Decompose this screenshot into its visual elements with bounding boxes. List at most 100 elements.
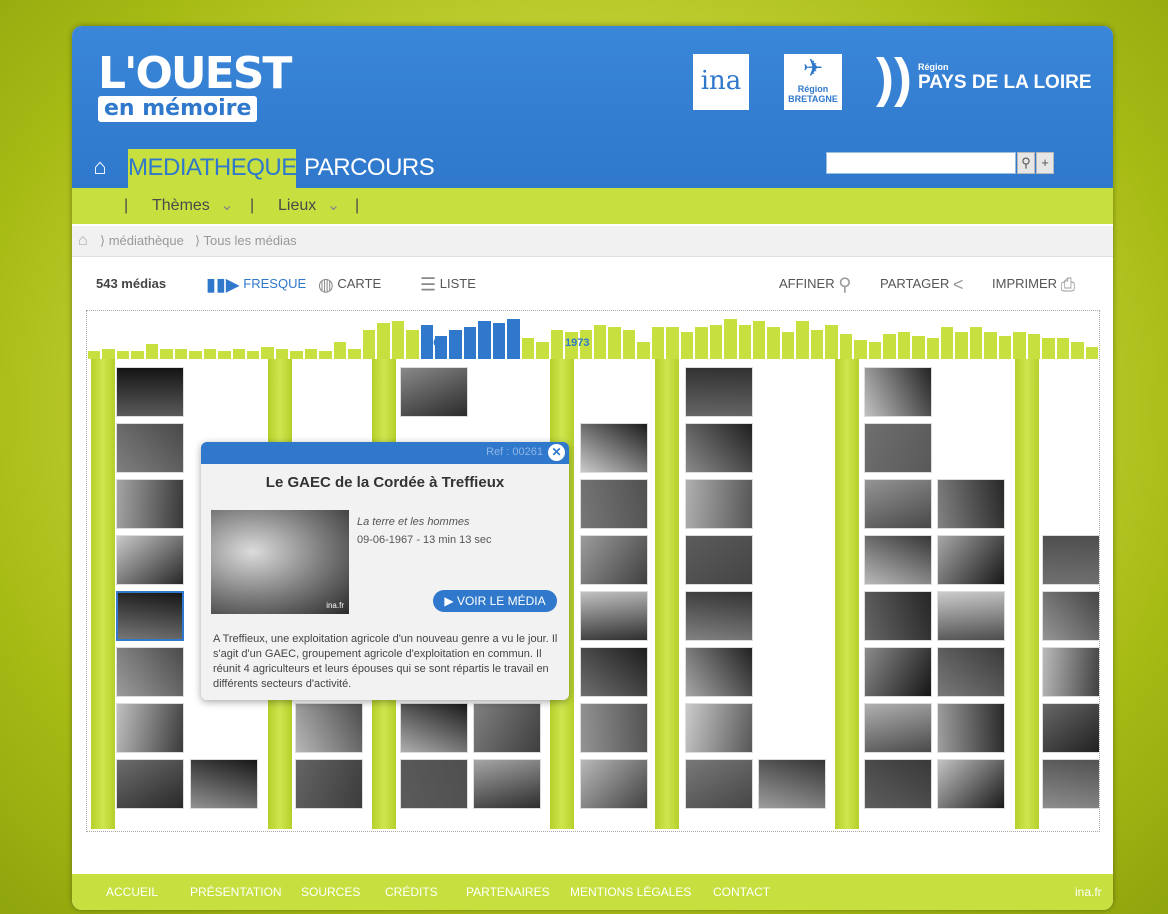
histogram-bar[interactable]: [839, 334, 853, 359]
histogram-bar[interactable]: [145, 344, 159, 359]
histogram-bar[interactable]: [940, 327, 954, 359]
media-thumbnail[interactable]: [116, 479, 184, 529]
histogram-bar[interactable]: [868, 342, 882, 359]
footer-link-partenaires[interactable]: PARTENAIRES: [466, 874, 550, 910]
media-thumbnail[interactable]: [580, 591, 648, 641]
media-thumbnail[interactable]: [864, 367, 932, 417]
histogram-bar[interactable]: [637, 342, 650, 359]
histogram-bar[interactable]: [275, 349, 289, 359]
media-thumbnail[interactable]: [937, 535, 1005, 585]
media-thumbnail[interactable]: [685, 367, 753, 417]
histogram-bar[interactable]: [232, 349, 246, 359]
histogram-bar[interactable]: [912, 336, 925, 359]
media-thumbnail[interactable]: [1042, 703, 1099, 753]
site-logo[interactable]: L'OUEST en mémoire: [98, 52, 292, 126]
footer-link-sources[interactable]: SOURCES: [301, 874, 360, 910]
media-thumbnail[interactable]: [864, 423, 932, 473]
histogram-bar[interactable]: [131, 351, 144, 359]
histogram-bar[interactable]: [594, 325, 607, 359]
subnav-item-lieux[interactable]: Lieux ⌄: [278, 188, 340, 224]
histogram-bar[interactable]: [724, 319, 737, 359]
histogram-bar[interactable]: [622, 330, 636, 359]
ina-logo[interactable]: ina: [693, 54, 749, 110]
media-thumbnail[interactable]: [116, 647, 184, 697]
footer-link-mentions-legales[interactable]: MENTIONS LÉGALES: [570, 874, 691, 910]
histogram-bar[interactable]: [810, 330, 824, 359]
histogram-bar[interactable]: [218, 351, 231, 359]
media-thumbnail[interactable]: ina.fr: [211, 510, 349, 614]
footer-link-credits[interactable]: CRÉDITS: [385, 874, 438, 910]
imprimer-button[interactable]: IMPRIMER ⎙: [992, 266, 1075, 303]
histogram-bar[interactable]: [492, 323, 506, 359]
histogram-bar[interactable]: [738, 325, 752, 359]
view-fresque-button[interactable]: ▮▮▶ FRESQUE: [206, 266, 306, 303]
media-thumbnail[interactable]: [580, 703, 648, 753]
histogram-bar[interactable]: [406, 330, 419, 359]
media-thumbnail[interactable]: [685, 759, 753, 809]
footer-link-accueil[interactable]: ACCUEIL: [106, 874, 158, 910]
media-thumbnail[interactable]: [400, 367, 468, 417]
histogram-bar[interactable]: [666, 327, 679, 359]
histogram-bar[interactable]: [1042, 338, 1055, 359]
media-thumbnail[interactable]: [864, 703, 932, 753]
histogram-bar[interactable]: [348, 349, 361, 359]
histogram-bar[interactable]: [695, 327, 708, 359]
media-thumbnail[interactable]: [400, 759, 468, 809]
plus-icon[interactable]: +: [1036, 152, 1054, 174]
media-thumbnail[interactable]: [473, 759, 541, 809]
media-thumbnail[interactable]: [116, 759, 184, 809]
histogram-bar[interactable]: [449, 330, 462, 359]
voir-le-media-button[interactable]: ▶ VOIR LE MÉDIA: [433, 590, 557, 612]
histogram-bar[interactable]: [1085, 347, 1098, 359]
histogram-bar[interactable]: [333, 342, 347, 359]
histogram-bar[interactable]: [478, 321, 491, 359]
media-thumbnail[interactable]: [864, 759, 932, 809]
histogram-bar[interactable]: [767, 327, 780, 359]
histogram-bar[interactable]: [984, 332, 997, 359]
histogram-bar[interactable]: [160, 349, 173, 359]
histogram-bar[interactable]: [536, 342, 549, 359]
histogram-bar[interactable]: [753, 321, 766, 359]
histogram-bar[interactable]: [969, 327, 983, 359]
breadcrumb-item-mediatheque[interactable]: ⟩ médiathèque: [100, 226, 184, 256]
histogram-bar[interactable]: [781, 332, 795, 359]
media-thumbnail[interactable]: [1042, 591, 1099, 641]
histogram-bar[interactable]: [926, 338, 939, 359]
media-thumbnail[interactable]: [937, 479, 1005, 529]
media-thumbnail[interactable]: [190, 759, 258, 809]
histogram-bar[interactable]: [261, 347, 274, 359]
media-thumbnail[interactable]: [580, 647, 648, 697]
histogram-bar[interactable]: [247, 351, 260, 359]
histogram-bar[interactable]: [651, 327, 665, 359]
media-thumbnail[interactable]: [400, 703, 468, 753]
media-thumbnail[interactable]: [473, 703, 541, 753]
histogram-bar[interactable]: [955, 332, 968, 359]
tab-mediatheque[interactable]: MEDIATHEQUE: [128, 149, 297, 188]
home-icon[interactable]: ⌂: [78, 226, 88, 256]
media-thumbnail[interactable]: [864, 479, 932, 529]
media-thumbnail[interactable]: [1042, 759, 1099, 809]
media-thumbnail[interactable]: [864, 647, 932, 697]
media-thumbnail[interactable]: [295, 759, 363, 809]
histogram-bar[interactable]: [608, 327, 621, 359]
media-thumbnail[interactable]: [685, 423, 753, 473]
media-thumbnail[interactable]: [580, 423, 648, 473]
media-thumbnail[interactable]: [1042, 535, 1099, 585]
media-thumbnail[interactable]: [864, 591, 932, 641]
histogram-bar[interactable]: [796, 321, 809, 359]
histogram-bar[interactable]: [507, 319, 520, 359]
view-carte-button[interactable]: ◍ CARTE: [318, 266, 381, 303]
media-thumbnail[interactable]: [295, 703, 363, 753]
media-thumbnail[interactable]: [116, 703, 184, 753]
media-thumbnail[interactable]: [1042, 647, 1099, 697]
media-thumbnail[interactable]: [116, 423, 184, 473]
media-thumbnail[interactable]: [685, 535, 753, 585]
media-thumbnail[interactable]: [937, 647, 1005, 697]
media-thumbnail[interactable]: [864, 535, 932, 585]
home-icon[interactable]: ⌂: [86, 152, 114, 182]
footer-link-presentation[interactable]: PRÉSENTATION: [190, 874, 282, 910]
histogram-bar[interactable]: [319, 351, 332, 359]
histogram-bar[interactable]: [854, 340, 867, 359]
close-icon[interactable]: ✕: [548, 444, 565, 461]
magnifier-icon[interactable]: ⚲: [1017, 152, 1035, 174]
